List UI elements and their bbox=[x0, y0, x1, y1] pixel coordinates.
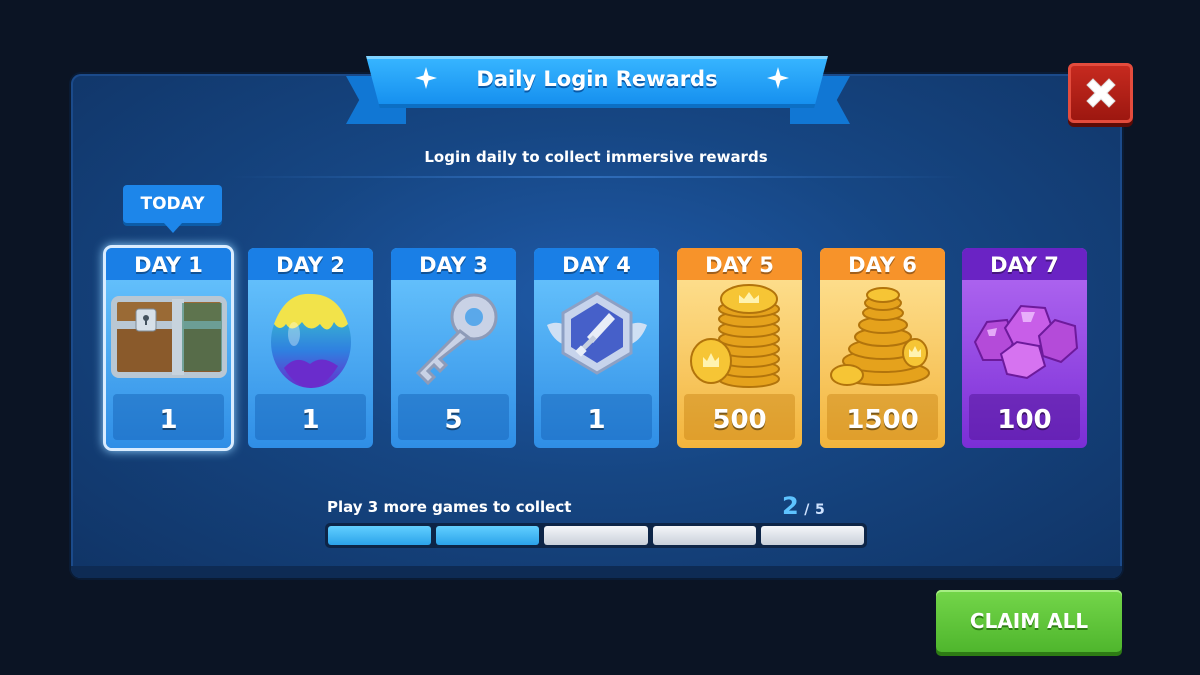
reward-card-day-5[interactable]: DAY 5 500 bbox=[677, 248, 802, 448]
reward-amount: 500 bbox=[684, 394, 795, 440]
reward-amount: 100 bbox=[969, 394, 1080, 440]
day-label: DAY 3 bbox=[391, 248, 516, 280]
day-label: DAY 5 bbox=[677, 248, 802, 280]
progress-segment bbox=[328, 526, 432, 545]
reward-card-day-4[interactable]: DAY 4 1 bbox=[534, 248, 659, 448]
reward-amount: 1 bbox=[541, 394, 652, 440]
treasure-chest-icon bbox=[110, 296, 227, 378]
progress-bar bbox=[325, 523, 867, 548]
progress-current: 2 bbox=[782, 492, 799, 520]
reward-amount: 1500 bbox=[827, 394, 938, 440]
progress-total: 5 bbox=[814, 502, 825, 518]
day-label: DAY 7 bbox=[962, 248, 1087, 280]
reward-amount: 1 bbox=[113, 394, 224, 440]
progress-separator: / bbox=[804, 502, 810, 518]
day-label: DAY 2 bbox=[248, 248, 373, 280]
divider bbox=[230, 176, 962, 178]
progress-segment bbox=[760, 526, 865, 545]
purple-gems-icon bbox=[973, 304, 1078, 380]
today-badge: TODAY bbox=[123, 185, 222, 233]
reward-amount: 5 bbox=[398, 394, 509, 440]
key-icon bbox=[415, 293, 497, 386]
subtitle: Login daily to collect immersive rewards bbox=[424, 148, 768, 166]
progress-segment bbox=[544, 526, 648, 545]
progress-count: 2 / 5 bbox=[782, 492, 825, 520]
close-icon bbox=[1085, 78, 1116, 108]
day-label: DAY 4 bbox=[534, 248, 659, 280]
day-label: DAY 1 bbox=[106, 248, 231, 280]
reward-amount: 1 bbox=[255, 394, 366, 440]
reward-card-day-2[interactable]: DAY 2 1 bbox=[248, 248, 373, 448]
reward-card-day-6[interactable]: DAY 6 1500 bbox=[820, 248, 945, 448]
sword-badge-icon bbox=[546, 291, 647, 375]
close-button[interactable] bbox=[1068, 63, 1133, 123]
progress-segment bbox=[652, 526, 756, 545]
sparkle-icon bbox=[767, 67, 789, 89]
reward-card-day-7[interactable]: DAY 7 100 bbox=[962, 248, 1087, 448]
reward-card-day-3[interactable]: DAY 3 5 bbox=[391, 248, 516, 448]
reward-card-day-1[interactable]: DAY 1 1 bbox=[106, 248, 231, 448]
progress-segment bbox=[436, 526, 540, 545]
sparkle-icon bbox=[415, 67, 437, 89]
day-label: DAY 6 bbox=[820, 248, 945, 280]
panel-base bbox=[71, 566, 1122, 578]
claim-all-button[interactable]: CLAIM ALL bbox=[936, 590, 1122, 652]
gold-coin-pile-icon bbox=[829, 287, 930, 386]
egg-icon bbox=[270, 293, 351, 388]
progress-label: Play 3 more games to collect bbox=[327, 498, 572, 516]
gold-coins-icon bbox=[689, 284, 780, 388]
